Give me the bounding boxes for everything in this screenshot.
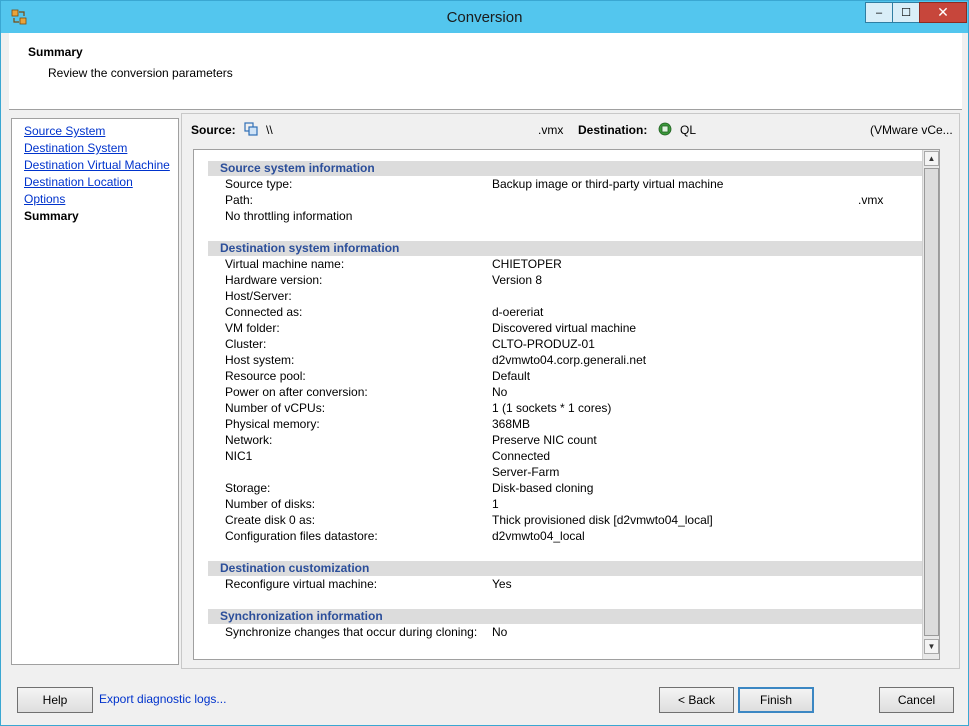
row-nic1-network: Server-Farm [492, 465, 560, 479]
nav-item-destination-vm[interactable]: Destination Virtual Machine [24, 158, 170, 172]
row-config-datastore: Configuration files datastore: d2vmwto04… [225, 529, 585, 543]
close-icon: ✕ [937, 4, 949, 20]
row-path: Path: .vmx [225, 193, 884, 207]
row-throttling: No throttling information [225, 209, 353, 223]
scroll-thumb[interactable] [924, 168, 939, 636]
section-source-info: Source system information [208, 161, 922, 176]
row-hardware-version: Hardware version: Version 8 [225, 273, 543, 287]
row-vm-folder: VM folder: Discovered virtual machine [225, 321, 637, 335]
maximize-icon: ☐ [901, 7, 911, 19]
row-resource-pool: Resource pool: Default [225, 369, 531, 383]
source-destination-bar: Source: \\ .vmx Destination: QL (VMware … [182, 114, 959, 144]
close-button[interactable]: ✕ [919, 2, 967, 23]
minimize-icon: ‒ [875, 6, 883, 19]
row-number-of-disks: Number of disks: 1 [225, 497, 499, 511]
scroll-down-icon[interactable]: ▼ [924, 639, 939, 654]
row-host-server: Host/Server: [225, 289, 292, 303]
summary-list: Source system information Source type: B… [193, 149, 940, 660]
page-subtitle: Review the conversion parameters [48, 66, 233, 80]
wizard-nav: Source System Destination System Destina… [11, 118, 179, 665]
row-vm-name: Virtual machine name: CHIETOPER [225, 257, 562, 271]
export-diagnostic-logs-link[interactable]: Export diagnostic logs... [99, 692, 226, 706]
finish-button[interactable]: Finish [738, 687, 814, 713]
minimize-button[interactable]: ‒ [865, 2, 893, 23]
title-bar[interactable]: Conversion ‒ ☐ ✕ [1, 1, 968, 33]
destination-value: QL [680, 123, 697, 137]
vcenter-icon [658, 122, 672, 136]
row-source-type: Source type: Backup image or third-party… [225, 177, 724, 191]
source-label: Source: [191, 123, 236, 137]
row-network: Network: Preserve NIC count [225, 433, 597, 447]
section-customization: Destination customization [208, 561, 922, 576]
row-synchronize: Synchronize changes that occur during cl… [225, 625, 508, 639]
row-power-on: Power on after conversion: No [225, 385, 508, 399]
nav-item-destination-system[interactable]: Destination System [24, 141, 127, 155]
row-vcpus: Number of vCPUs: 1 (1 sockets * 1 cores) [225, 401, 612, 415]
wizard-header: Summary Review the conversion parameters [9, 33, 962, 110]
destination-label: Destination: [578, 123, 648, 137]
vertical-scrollbar[interactable]: ▲ ▼ [922, 150, 939, 659]
cancel-button[interactable]: Cancel [879, 687, 954, 713]
row-connected-as: Connected as: d-oereriat [225, 305, 544, 319]
section-destination-info: Destination system information [208, 241, 922, 256]
source-machine-icon [244, 122, 258, 136]
source-path: \\ [266, 123, 273, 137]
row-cluster: Cluster: CLTO-PRODUZ-01 [225, 337, 595, 351]
row-create-disk: Create disk 0 as: Thick provisioned disk… [225, 513, 713, 527]
nav-item-summary: Summary [24, 209, 79, 223]
row-reconfigure: Reconfigure virtual machine: Yes [225, 577, 512, 591]
page-title: Summary [28, 45, 83, 59]
nav-item-options[interactable]: Options [24, 192, 65, 206]
help-button[interactable]: Help [17, 687, 93, 713]
nav-item-source-system[interactable]: Source System [24, 124, 105, 138]
window-title: Conversion [446, 9, 523, 26]
row-host-system: Host system: d2vmwto04.corp.generali.net [225, 353, 647, 367]
conversion-window: Conversion ‒ ☐ ✕ Summary Review the conv… [0, 0, 969, 726]
row-nic1: NIC1 Connected [225, 449, 551, 463]
section-sync: Synchronization information [208, 609, 922, 624]
row-storage: Storage: Disk-based cloning [225, 481, 594, 495]
back-button[interactable]: < Back [659, 687, 734, 713]
nav-item-destination-location[interactable]: Destination Location [24, 175, 133, 189]
destination-suffix: (VMware vCe... [870, 123, 953, 137]
scroll-up-icon[interactable]: ▲ [924, 151, 939, 166]
row-physical-memory: Physical memory: 368MB [225, 417, 531, 431]
maximize-button[interactable]: ☐ [892, 2, 920, 23]
source-extension: .vmx [538, 123, 564, 137]
main-panel: Source: \\ .vmx Destination: QL (VMware … [181, 113, 960, 669]
